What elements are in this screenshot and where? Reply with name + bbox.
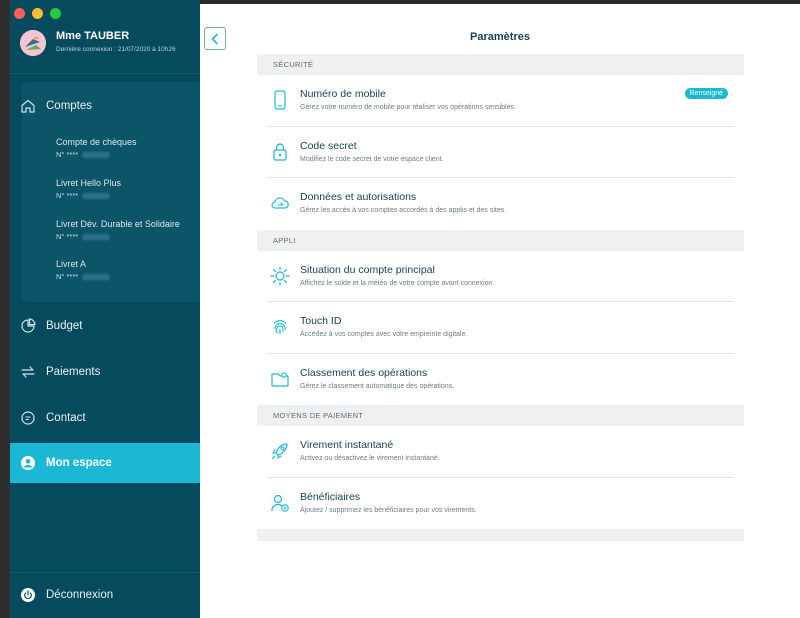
sidebar-item-contact[interactable]: Contact xyxy=(20,410,86,426)
minimize-window-button[interactable] xyxy=(32,8,43,19)
chat-bubble-icon xyxy=(20,410,36,426)
setting-desc: Affichez le solde et la météo de votre c… xyxy=(300,279,495,287)
account-number: N° **** xyxy=(56,191,79,200)
setting-title: Situation du compte principal xyxy=(300,263,435,276)
last-login-text: Dernière connexion : 21/07/2020 à 10h26 xyxy=(56,46,176,53)
setting-virement-instantane[interactable]: Virement instantané Activez ou désactive… xyxy=(267,426,734,478)
page-title: Paramètres xyxy=(470,31,530,43)
desktop-edge xyxy=(0,0,10,618)
profile-name: Mme TAUBER xyxy=(56,30,130,42)
user-icon xyxy=(20,455,36,471)
app-window: Mme TAUBER Dernière connexion : 21/07/20… xyxy=(10,0,800,618)
collapse-sidebar-button[interactable] xyxy=(204,27,226,50)
folder-tag-icon xyxy=(269,368,291,390)
sidebar-item-mon-espace-content[interactable]: Mon espace xyxy=(20,455,112,471)
setting-title: Bénéficiaires xyxy=(300,490,361,503)
account-name: Compte de chèques xyxy=(56,137,137,147)
setting-title: Données et autorisations xyxy=(300,191,417,203)
setting-title: Classement des opérations xyxy=(300,366,428,379)
setting-desc: Modifiez le code secret de votre espace … xyxy=(300,155,444,163)
beneficiary-icon xyxy=(269,492,291,514)
sun-icon xyxy=(269,265,291,287)
account-name: Livret A xyxy=(56,259,87,269)
setting-desc: Accédez à vos comptes avec votre emprein… xyxy=(300,331,468,338)
sidebar-item-comptes[interactable]: Comptes xyxy=(20,98,92,114)
home-icon xyxy=(20,98,36,114)
account-number: N° **** xyxy=(56,232,79,241)
power-icon xyxy=(20,587,36,603)
logout-button[interactable]: Déconnexion xyxy=(20,587,113,603)
pie-chart-icon xyxy=(20,318,36,334)
setting-touch-id[interactable]: Touch ID Accédez à vos comptes avec votr… xyxy=(267,302,734,354)
setting-desc: Gérez le classement automatique des opér… xyxy=(300,382,455,390)
setting-desc: Activez ou désactivez le virement instan… xyxy=(300,455,440,462)
close-window-button[interactable] xyxy=(14,8,25,19)
status-badge: Renseigné xyxy=(684,88,728,99)
logout-divider xyxy=(10,572,200,573)
account-number: N° **** xyxy=(56,150,79,159)
setting-donnees-autorisations[interactable]: Données et autorisations Gérez les accès… xyxy=(267,178,734,230)
avatar-bird-icon xyxy=(20,30,46,56)
sidebar-item-label: Mon espace xyxy=(46,457,112,469)
profile-header: Mme TAUBER Dernière connexion : 21/07/20… xyxy=(20,28,200,72)
sidebar-item-label: Paiements xyxy=(46,366,101,378)
section-header-moyens-paiement: MOYENS DE PAIEMENT xyxy=(257,405,744,426)
setting-code-secret[interactable]: Code secret Modifiez le code secret de v… xyxy=(267,127,734,178)
sidebar: Mme TAUBER Dernière connexion : 21/07/20… xyxy=(10,0,200,618)
zoom-window-button[interactable] xyxy=(50,8,61,19)
window-controls xyxy=(14,8,61,19)
account-name: Livret Hello Plus xyxy=(56,178,122,188)
setting-numero-mobile[interactable]: Numéro de mobile Gérez votre numéro de m… xyxy=(267,75,734,127)
cloud-arrow-icon xyxy=(269,192,291,214)
setting-title: Code secret xyxy=(300,139,357,152)
account-item-livret-a[interactable]: Livret A N° **** xyxy=(56,259,111,281)
setting-title: Virement instantané xyxy=(300,439,394,451)
setting-title: Touch ID xyxy=(300,315,342,327)
account-number: N° **** xyxy=(56,272,79,281)
sidebar-item-budget[interactable]: Budget xyxy=(20,318,82,334)
sidebar-item-paiements[interactable]: Paiements xyxy=(20,364,100,380)
list-footer xyxy=(257,529,744,541)
sidebar-item-label: Comptes xyxy=(46,100,93,112)
masked-number xyxy=(82,151,111,158)
avatar xyxy=(20,30,46,56)
masked-number xyxy=(82,233,111,240)
section-header-appli: APPLI xyxy=(257,229,744,251)
settings-list: SÉCURITÉ Numéro de mobile Gérez votre nu… xyxy=(257,54,744,541)
setting-situation-compte[interactable]: Situation du compte principal Affichez l… xyxy=(267,251,734,302)
masked-number xyxy=(82,192,111,199)
setting-desc: Gérez les accès à vos comptes accordés à… xyxy=(300,207,507,214)
fingerprint-icon xyxy=(269,316,291,338)
setting-title: Numéro de mobile xyxy=(300,88,386,100)
sidebar-item-label: Budget xyxy=(46,320,83,332)
logout-label: Déconnexion xyxy=(46,589,114,601)
account-item-ldds[interactable]: Livret Dév. Durable et Solidaire N° **** xyxy=(56,219,180,241)
setting-beneficiaires[interactable]: Bénéficiaires Ajoutez / supprimez les bé… xyxy=(267,478,734,530)
account-name: Livret Dév. Durable et Solidaire xyxy=(56,219,180,229)
account-item-cheques[interactable]: Compte de chèques N° **** xyxy=(56,137,137,159)
setting-desc: Ajoutez / supprimez les bénéficiaires po… xyxy=(300,506,477,514)
main-panel: Paramètres SÉCURITÉ Numéro de mobile Gér… xyxy=(200,4,800,618)
account-item-hello-plus[interactable]: Livret Hello Plus N° **** xyxy=(56,178,121,200)
rocket-icon xyxy=(269,440,291,462)
sidebar-divider xyxy=(10,73,200,74)
setting-classement-operations[interactable]: Classement des opérations Gérez le class… xyxy=(267,354,734,406)
sidebar-item-label: Contact xyxy=(46,412,86,424)
mobile-phone-icon xyxy=(269,89,291,111)
setting-desc: Gérez votre numéro de mobile pour réalis… xyxy=(300,104,516,111)
chevron-left-icon xyxy=(211,33,218,44)
transfer-arrows-icon xyxy=(20,364,36,380)
lock-icon xyxy=(269,141,291,163)
section-header-securite: SÉCURITÉ xyxy=(257,54,744,75)
masked-number xyxy=(82,273,111,280)
